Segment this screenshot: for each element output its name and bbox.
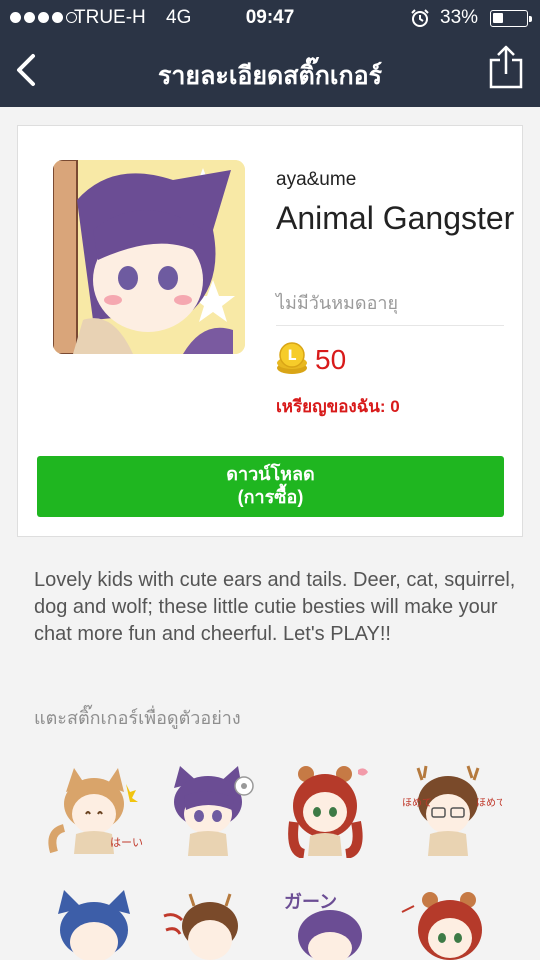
- sticker-main-image: [53, 160, 245, 354]
- battery-icon: [490, 10, 532, 27]
- sticker-preview-4[interactable]: ほめて ほめて: [398, 762, 502, 858]
- share-icon[interactable]: [488, 44, 524, 90]
- download-button-label: ดาวน์โหลด (การซื้อ): [226, 464, 315, 507]
- sticker-7-text: ガーン: [284, 892, 337, 913]
- sticker-detail-card: aya&ume Animal Gangster ไม่มีวันหมดอายุ …: [17, 125, 523, 537]
- top-bar: TRUE-H 4G 09:47 33% รายละเอียดสติ๊กเกอร์: [0, 0, 540, 107]
- battery-percent: 33%: [440, 7, 479, 28]
- expiry-label: ไม่มีวันหมดอายุ: [276, 293, 399, 313]
- my-coins-label: เหรียญของฉัน: 0: [276, 397, 400, 416]
- svg-text:L: L: [288, 348, 297, 364]
- status-bar: TRUE-H 4G 09:47 33%: [0, 0, 540, 36]
- sticker-preview-6[interactable]: [160, 886, 264, 960]
- sticker-preview-7[interactable]: ガーン: [280, 886, 384, 960]
- sticker-preview-3[interactable]: [280, 762, 384, 858]
- download-purchase-button[interactable]: ดาวน์โหลด (การซื้อ): [37, 456, 504, 517]
- sticker-preview-2[interactable]: [158, 762, 262, 858]
- sticker-1-text: はーい: [110, 836, 143, 849]
- page-title: รายละเอียดสติ๊กเกอร์: [157, 62, 383, 90]
- sticker-preview-5[interactable]: [44, 886, 148, 960]
- sticker-description: Lovely kids with cute ears and tails. De…: [34, 569, 516, 645]
- divider: [276, 325, 504, 326]
- alarm-icon: [411, 9, 429, 27]
- sticker-title: Animal Gangster: [276, 200, 515, 236]
- sticker-4-text-left: ほめて: [402, 797, 432, 809]
- sticker-preview-1[interactable]: はーい: [44, 762, 148, 858]
- sticker-4-text-right: ほめて: [476, 797, 502, 809]
- preview-hint: แตะสติ๊กเกอร์เพื่อดูตัวอย่าง: [34, 708, 241, 728]
- line-coin-icon: L: [277, 342, 307, 374]
- price: 50: [315, 344, 347, 375]
- sticker-preview-8[interactable]: [400, 886, 504, 960]
- author-name[interactable]: aya&ume: [276, 169, 356, 191]
